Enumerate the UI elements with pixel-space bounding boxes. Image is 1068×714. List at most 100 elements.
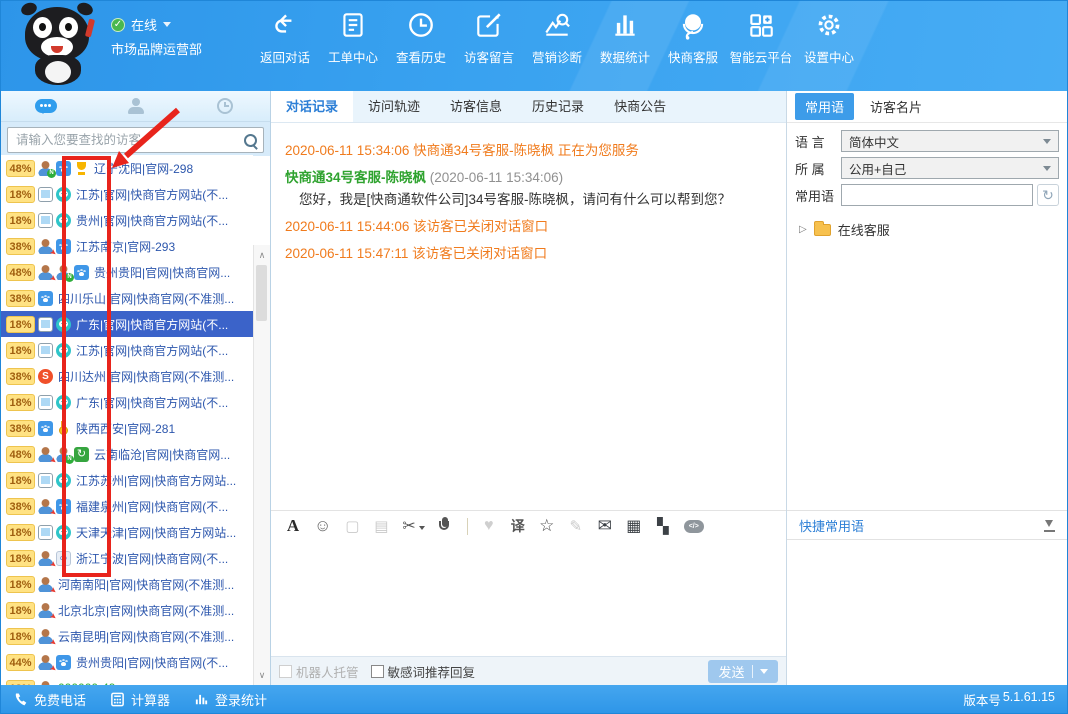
tablet-icon: [38, 343, 53, 358]
visitor-name: 天津天津|官网|快商官方网站...: [76, 524, 236, 541]
tab-常用语[interactable]: 常用语: [795, 93, 854, 120]
search-icon[interactable]: [244, 134, 257, 147]
recycle-icon: [74, 447, 89, 462]
match-percent-badge: 18%: [6, 550, 35, 567]
visitor-row[interactable]: 18%河南南阳|官网|快商官网(不准测...: [1, 571, 253, 597]
match-percent-badge: 18%: [6, 628, 35, 645]
visitor-row[interactable]: 18%北京北京|官网|快商官网(不准测...: [1, 597, 253, 623]
visitor-row[interactable]: 38%四川达州|官网|快商官网(不准测...: [1, 363, 253, 389]
person-arrow-icon: [38, 499, 53, 514]
mail-icon[interactable]: [597, 516, 613, 536]
visitor-row[interactable]: 38%四川乐山|官网|快商官网(不准测...: [1, 285, 253, 311]
person-icon: [127, 98, 145, 114]
phrase-search-input[interactable]: [841, 184, 1033, 206]
language-select[interactable]: 简体中文: [841, 130, 1059, 152]
chat-bubble-icon: [35, 99, 57, 113]
nav-diagnosis[interactable]: 营销诊断: [523, 10, 591, 66]
nav-history[interactable]: 查看历史: [387, 10, 455, 66]
person-n-icon: [56, 265, 71, 280]
visitor-row[interactable]: 48%辽宁沈阳|官网-298: [1, 155, 253, 181]
layout-icon[interactable]: [655, 516, 671, 536]
tab-访客信息[interactable]: 访客信息: [435, 91, 517, 122]
visitor-row[interactable]: 18%天津天津|官网|快商官方网站...: [1, 519, 253, 545]
sidebar-tab-recent[interactable]: [180, 91, 270, 121]
agent-status-dropdown[interactable]: 在线: [111, 15, 171, 34]
search-input[interactable]: [14, 132, 240, 148]
visitor-name: 陕西西安|官网-281: [76, 420, 175, 437]
nav-cloud[interactable]: 智能云平台: [727, 10, 795, 66]
cut-icon[interactable]: [402, 516, 424, 536]
visitor-row[interactable]: 38%福建泉州|官网|快商官网(不...: [1, 493, 253, 519]
font-icon[interactable]: [285, 516, 301, 536]
belong-select[interactable]: 公用+自己: [841, 157, 1059, 179]
match-percent-badge: 38%: [6, 290, 35, 307]
visitor-scrollbar[interactable]: [253, 245, 270, 685]
visitor-name: 贵州贵阳|官网|快商官网(不...: [76, 654, 228, 671]
nav-back[interactable]: 返回对话: [251, 10, 319, 66]
shake-icon[interactable]: [344, 516, 360, 536]
message-area: 2020-06-11 15:34:06 快商通34号客服-陈晓枫 正在为您服务快…: [271, 123, 786, 278]
robot-hosting-checkbox[interactable]: 机器人托管: [279, 662, 359, 681]
nav-message[interactable]: 访客留言: [455, 10, 523, 66]
nav-settings[interactable]: 设置中心: [795, 10, 863, 66]
visitor-row[interactable]: 18%江苏|官网|快商官方网站(不...: [1, 337, 253, 363]
send-options-icon[interactable]: [760, 669, 768, 678]
send-button[interactable]: 发送: [708, 660, 778, 683]
phrase-label: 常用语: [795, 186, 841, 205]
visitor-row[interactable]: 18%江苏|官网|快商官方网站(不...: [1, 181, 253, 207]
checkbox-icon: [279, 665, 292, 678]
nav-workorder[interactable]: 工单中心: [319, 10, 387, 66]
scroll-up-icon[interactable]: [254, 247, 270, 263]
image-icon[interactable]: [373, 516, 389, 536]
scroll-thumb[interactable]: [256, 265, 267, 321]
voice-icon[interactable]: [438, 517, 454, 536]
visitor-row[interactable]: 38%陕西西安|官网-281: [1, 415, 253, 441]
visitor-row[interactable]: 18%浙江宁波|官网|快商官网(不...: [1, 545, 253, 571]
table-icon[interactable]: [626, 516, 642, 536]
visitor-row[interactable]: 18%云南昆明|官网|快商官网(不准测...: [1, 623, 253, 649]
visitor-row[interactable]: 18%贵州|官网|快商官方网站(不...: [1, 207, 253, 233]
match-percent-badge: 18%: [6, 602, 35, 619]
emoticon-icon[interactable]: [314, 516, 331, 536]
trophy-icon: [74, 161, 89, 176]
sensitive-words-checkbox[interactable]: 敏感词推荐回复: [371, 662, 476, 681]
visitor-name: 江苏南京|官网-293: [76, 238, 175, 255]
tab-对话记录[interactable]: 对话记录: [271, 91, 353, 122]
language-label: 语 言: [795, 132, 841, 151]
expand-arrow-icon[interactable]: [799, 224, 807, 235]
translate-icon[interactable]: [510, 516, 526, 536]
diagnosis-icon: [542, 10, 572, 40]
bottombar-phone[interactable]: 免费电话: [13, 690, 86, 709]
visitor-row[interactable]: 18%广东|官网|快商官方网站(不...: [1, 311, 253, 337]
scroll-down-icon[interactable]: [254, 667, 270, 683]
visitor-row[interactable]: 48%云南临沧|官网|快商官网...: [1, 441, 253, 467]
visitor-row[interactable]: 38%江苏南京|官网-293: [1, 233, 253, 259]
person-n-icon: [56, 447, 71, 462]
download-icon[interactable]: [1044, 519, 1055, 532]
bottombar-calculator[interactable]: 计算器: [110, 690, 170, 709]
sidebar-tab-conversations[interactable]: [1, 91, 91, 121]
tab-历史记录[interactable]: 历史记录: [517, 91, 599, 122]
visitor-row[interactable]: 18%广东|官网|快商官方网站(不...: [1, 389, 253, 415]
person-arrow-icon: [38, 603, 53, 618]
refresh-icon[interactable]: [1037, 184, 1059, 206]
visitor-row[interactable]: 18%江苏苏州|官网|快商官方网站...: [1, 467, 253, 493]
visitor-row[interactable]: 48%贵州贵阳|官网|快商官网...: [1, 259, 253, 285]
phrase-tree-item[interactable]: 在线客服: [787, 211, 1067, 239]
visitor-row[interactable]: 44%贵州贵阳|官网|快商官网(不...: [1, 649, 253, 675]
bottombar-loginstats[interactable]: 登录统计: [194, 690, 267, 709]
code-icon[interactable]: [684, 520, 704, 533]
editor-toolbar: [271, 510, 786, 541]
nav-service[interactable]: 快商客服: [659, 10, 727, 66]
visitor-row[interactable]: 18%000000-49: [1, 675, 253, 685]
sidebar-tab-contacts[interactable]: [91, 91, 181, 121]
tablet-icon: [38, 395, 53, 410]
tab-访客名片[interactable]: 访客名片: [870, 97, 922, 116]
star-icon[interactable]: [539, 516, 555, 536]
nav-stats[interactable]: 数据统计: [591, 10, 659, 66]
tab-快商公告[interactable]: 快商公告: [599, 91, 681, 122]
favorite-icon[interactable]: [481, 516, 497, 536]
right-panel-tabs: 常用语访客名片: [787, 91, 1067, 123]
sign-icon[interactable]: [568, 516, 584, 536]
tab-访问轨迹[interactable]: 访问轨迹: [353, 91, 435, 122]
